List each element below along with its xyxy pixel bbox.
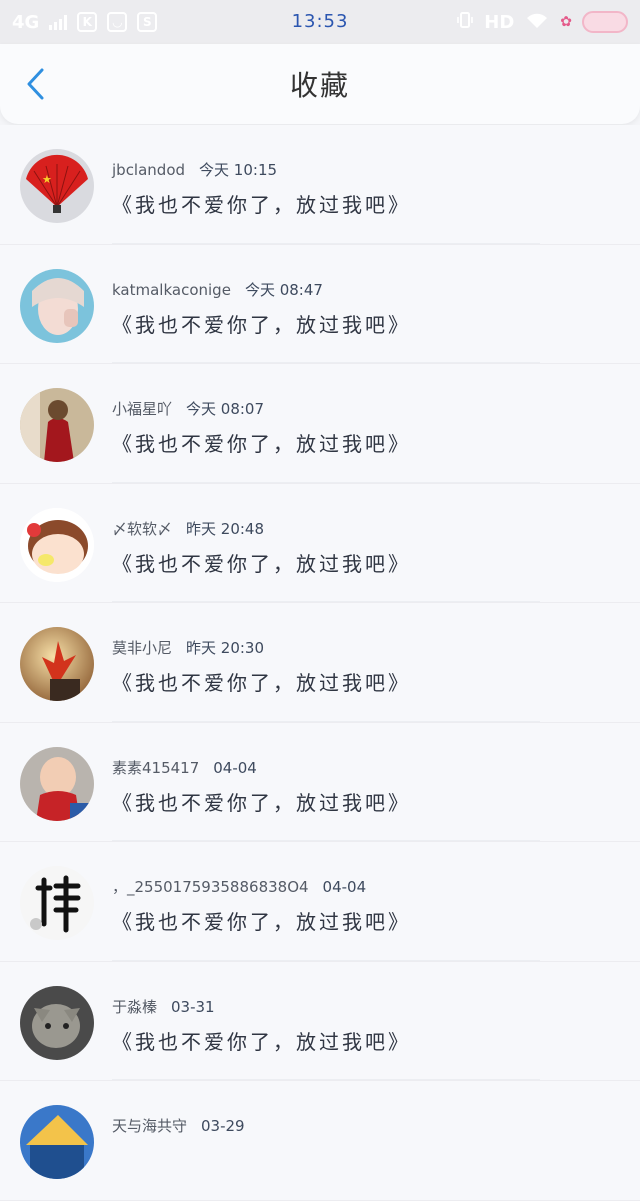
favorites-list: ★ jbclandod 今天 10:15 《我也不爱你了，放过我吧》 katmal… — [0, 125, 640, 1201]
divider — [112, 242, 540, 244]
divider — [112, 1079, 540, 1080]
item-meta: 素素415417 04-04 — [112, 757, 257, 778]
item-time: 昨天 20:30 — [186, 639, 265, 657]
item-time: 昨天 20:48 — [186, 519, 265, 538]
item-meta: katmalkaconige 今天 08:47 — [112, 279, 323, 300]
item-username: 于淼榛 — [112, 997, 158, 1016]
item-time: 今天 10:15 — [199, 161, 278, 179]
item-meta: 小福星吖 今天 08:07 — [112, 398, 264, 419]
item-message: 《我也不爱你了，放过我吧》 — [112, 671, 411, 695]
list-item[interactable]: ★ jbclandod 今天 10:15 《我也不爱你了，放过我吧》 — [0, 125, 640, 245]
item-message: 《我也不爱你了，放过我吧》 — [112, 312, 411, 337]
avatar[interactable] — [20, 268, 94, 343]
item-time: 04-04 — [213, 758, 257, 777]
list-item[interactable]: 于淼榛 03-31 《我也不爱你了，放过我吧》 — [0, 961, 640, 1081]
list-item[interactable]: 小福星吖 今天 08:07 《我也不爱你了，放过我吧》 — [0, 364, 640, 484]
avatar[interactable] — [20, 388, 94, 462]
divider — [112, 720, 540, 722]
item-message: 《我也不爱你了，放过我吧》 — [112, 551, 411, 576]
item-time: 03-31 — [171, 997, 215, 1016]
list-item[interactable]: katmalkaconige 今天 08:47 《我也不爱你了，放过我吧》 — [0, 244, 640, 364]
item-username: jbclandod — [112, 161, 186, 179]
list-item[interactable]: 莫非小尼 昨天 20:30 《我也不爱你了，放过我吧》 — [0, 603, 640, 723]
item-username: 小福星吖 — [112, 400, 173, 418]
item-username: ，_2550175935886838O4 — [112, 878, 309, 896]
avatar[interactable] — [20, 985, 94, 1060]
item-meta: 天与海共守 03-29 — [112, 1115, 245, 1136]
divider — [112, 362, 540, 363]
item-username: katmalkaconige — [112, 280, 231, 299]
avatar[interactable] — [20, 746, 94, 821]
divider — [112, 959, 540, 961]
item-username: 〆软软〆 — [112, 519, 173, 538]
chevron-left-icon — [27, 68, 44, 100]
item-meta: jbclandod 今天 10:15 — [112, 159, 277, 180]
item-message: 《我也不爱你了，放过我吧》 — [112, 432, 411, 456]
item-message: 《我也不爱你了，放过我吧》 — [112, 790, 411, 815]
list-item[interactable]: 素素415417 04-04 《我也不爱你了，放过我吧》 — [0, 722, 640, 842]
avatar[interactable] — [20, 866, 94, 940]
item-message: 《我也不爱你了，放过我吧》 — [112, 1029, 411, 1054]
item-username: 莫非小尼 — [112, 639, 173, 657]
status-bar: 4G K ◡ S 13:53 HD ✿ — [0, 0, 640, 44]
svg-text:★: ★ — [42, 173, 52, 186]
item-username: 素素415417 — [112, 758, 200, 777]
item-time: 今天 08:07 — [186, 400, 265, 418]
avatar[interactable] — [20, 1105, 94, 1179]
avatar[interactable] — [20, 627, 94, 701]
item-time: 今天 08:47 — [244, 280, 323, 299]
item-meta: 于淼榛 03-31 — [112, 996, 215, 1017]
list-item[interactable]: 天与海共守 03-29 — [0, 1081, 640, 1201]
nav-bar: 收藏 — [0, 44, 640, 124]
back-button[interactable] — [20, 66, 50, 102]
item-meta: 〆软软〆 昨天 20:48 — [112, 518, 264, 539]
list-item[interactable]: 〆软软〆 昨天 20:48 《我也不爱你了，放过我吧》 — [0, 483, 640, 603]
item-meta: 莫非小尼 昨天 20:30 — [112, 637, 264, 658]
item-time: 04-04 — [322, 878, 367, 896]
item-meta: ，_2550175935886838O4 04-04 — [112, 876, 366, 897]
status-time: 13:53 — [291, 11, 349, 32]
divider — [112, 481, 540, 483]
item-username: 天与海共守 — [112, 1117, 188, 1135]
avatar[interactable] — [20, 507, 94, 582]
item-message: 《我也不爱你了，放过我吧》 — [112, 910, 411, 934]
item-time: 03-29 — [201, 1117, 245, 1135]
list-item[interactable]: ，_2550175935886838O4 04-04 《我也不爱你了，放过我吧》 — [0, 842, 640, 962]
page-title: 收藏 — [289, 69, 350, 102]
divider — [112, 840, 540, 841]
divider — [112, 601, 540, 602]
avatar[interactable]: ★ — [20, 149, 94, 223]
item-message: 《我也不爱你了，放过我吧》 — [112, 193, 411, 217]
